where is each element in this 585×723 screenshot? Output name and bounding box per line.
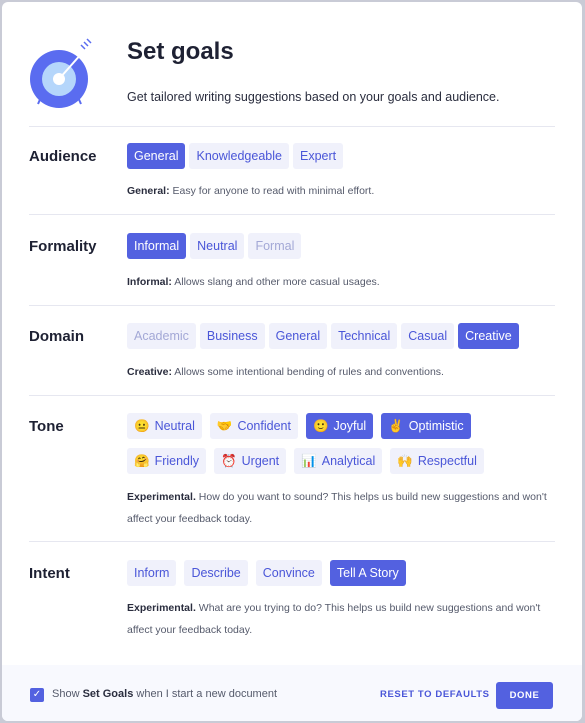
option-label: Neutral: [154, 419, 195, 433]
tone-label: Tone: [29, 418, 64, 435]
formality-option-formal[interactable]: Formal: [248, 233, 302, 259]
subtitle: Get tailored writing suggestions based o…: [127, 90, 500, 104]
tone-option-confident[interactable]: 🤝 Confident: [209, 413, 298, 439]
option-label: Urgent: [241, 454, 280, 468]
analytical-emoji-icon: 📊: [301, 454, 317, 468]
formality-label: Formality: [29, 238, 97, 255]
intent-option-describe[interactable]: Describe: [184, 560, 248, 586]
formality-option-informal[interactable]: Informal: [127, 233, 187, 259]
divider: [29, 541, 555, 542]
intent-options: Inform Describe Convince Tell A Story: [127, 560, 406, 586]
tone-description: Experimental. How do you want to sound? …: [127, 491, 547, 525]
show-set-goals-label: Show Set Goals when I start a new docume…: [52, 688, 278, 700]
page-title: Set goals: [127, 38, 234, 65]
option-label: Respectful: [417, 454, 477, 468]
footer: ✓ Show Set Goals when I start a new docu…: [2, 665, 582, 721]
intent-option-tell-a-story[interactable]: Tell A Story: [329, 560, 406, 586]
divider: [29, 395, 555, 396]
domain-label: Domain: [29, 328, 85, 345]
formality-option-neutral[interactable]: Neutral: [190, 233, 245, 259]
option-label: Confident: [237, 419, 291, 433]
tone-option-joyful[interactable]: 🙂 Joyful: [305, 413, 374, 439]
intent-label: Intent: [29, 565, 70, 582]
intent-option-inform[interactable]: Inform: [127, 560, 177, 586]
target-logo-icon: [30, 38, 92, 108]
tone-option-urgent[interactable]: ⏰ Urgent: [214, 448, 287, 474]
confident-emoji-icon: 🤝: [216, 419, 233, 433]
tone-options: 😐 Neutral 🤝 Confident 🙂 Joyful ✌️ Optimistic 🤗 Fr…: [127, 413, 487, 474]
audience-option-general[interactable]: General: [127, 143, 186, 169]
domain-option-casual[interactable]: Casual: [401, 323, 455, 349]
option-label: Analytical: [321, 454, 376, 468]
divider: [29, 126, 555, 127]
respectful-emoji-icon: 🙌: [397, 454, 413, 468]
show-set-goals-checkbox[interactable]: ✓: [30, 688, 44, 702]
tone-option-respectful[interactable]: 🙌 Respectful: [390, 448, 484, 474]
domain-option-academic[interactable]: Academic: [127, 323, 196, 349]
reset-to-defaults-button[interactable]: RESET TO DEFAULTS: [380, 689, 490, 700]
friendly-emoji-icon: 🤗: [134, 454, 150, 468]
option-label: Joyful: [333, 419, 367, 433]
optimistic-emoji-icon: ✌️: [388, 419, 404, 433]
domain-option-technical[interactable]: Technical: [331, 323, 398, 349]
joyful-emoji-icon: 🙂: [312, 419, 329, 433]
audience-label: Audience: [29, 148, 97, 165]
divider: [29, 214, 555, 215]
domain-options: Academic Business General Technical Casual Cr…: [127, 323, 519, 349]
formality-options: Informal Neutral Formal: [127, 233, 302, 259]
tone-option-neutral[interactable]: 😐 Neutral: [127, 413, 202, 439]
urgent-emoji-icon: ⏰: [221, 454, 237, 468]
formality-description: Informal: Allows slang and other more ca…: [127, 276, 380, 288]
tone-option-friendly[interactable]: 🤗 Friendly: [127, 448, 207, 474]
intent-option-convince[interactable]: Convince: [255, 560, 322, 586]
tone-option-analytical[interactable]: 📊 Analytical: [294, 448, 383, 474]
tone-option-optimistic[interactable]: ✌️ Optimistic: [381, 413, 471, 439]
domain-option-creative[interactable]: Creative: [458, 323, 519, 349]
domain-description: Creative: Allows some intentional bendin…: [127, 366, 444, 378]
domain-option-general[interactable]: General: [268, 323, 328, 349]
audience-option-expert[interactable]: Expert: [292, 143, 344, 169]
option-label: Friendly: [154, 454, 200, 468]
audience-description: General: Easy for anyone to read with mi…: [127, 185, 375, 197]
audience-options: General Knowledgeable Expert: [127, 143, 344, 169]
neutral-emoji-icon: 😐: [134, 419, 150, 433]
done-button[interactable]: DONE: [496, 682, 553, 709]
domain-option-business[interactable]: Business: [199, 323, 265, 349]
option-label: Optimistic: [408, 419, 464, 433]
audience-option-knowledgeable[interactable]: Knowledgeable: [189, 143, 289, 169]
divider: [29, 305, 555, 306]
set-goals-dialog: Set goals Get tailored writing suggestio…: [2, 2, 582, 721]
intent-description: Experimental. What are you trying to do?…: [127, 602, 541, 636]
